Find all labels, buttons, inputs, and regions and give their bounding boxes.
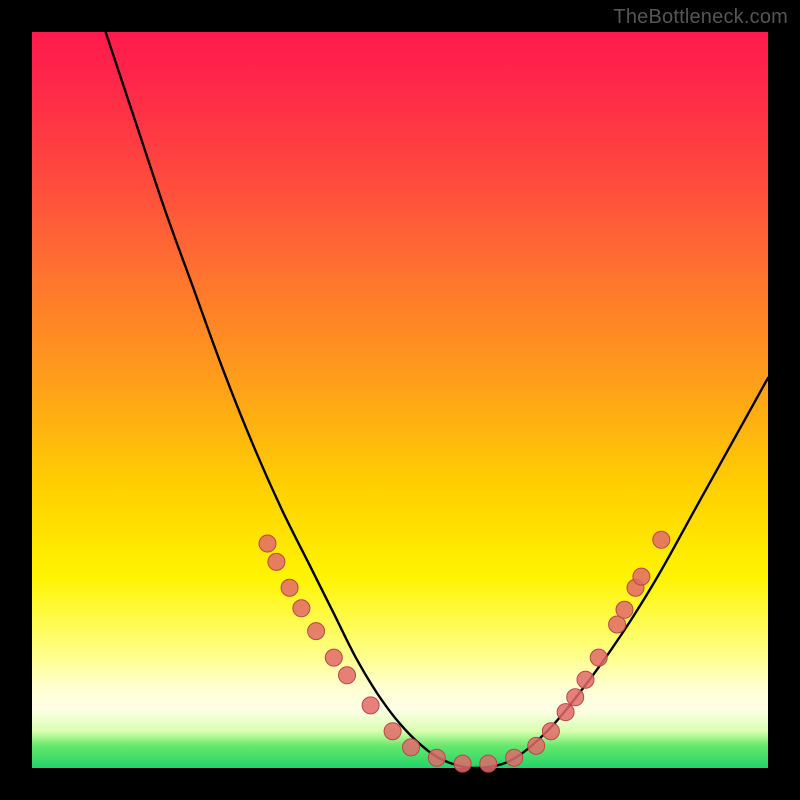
data-marker bbox=[362, 697, 379, 714]
data-marker bbox=[403, 739, 420, 756]
data-marker bbox=[542, 723, 559, 740]
scatter-markers bbox=[259, 531, 670, 772]
data-marker bbox=[325, 649, 342, 666]
data-marker bbox=[454, 755, 471, 772]
data-marker bbox=[281, 579, 298, 596]
curve-layer bbox=[32, 32, 768, 768]
data-marker bbox=[293, 600, 310, 617]
data-marker bbox=[259, 535, 276, 552]
data-marker bbox=[528, 737, 545, 754]
data-marker bbox=[567, 689, 584, 706]
data-marker bbox=[428, 749, 445, 766]
plot-area bbox=[32, 32, 768, 768]
watermark-text: TheBottleneck.com bbox=[613, 6, 788, 29]
data-marker bbox=[506, 749, 523, 766]
data-marker bbox=[308, 623, 325, 640]
data-marker bbox=[590, 649, 607, 666]
data-marker bbox=[268, 553, 285, 570]
data-marker bbox=[653, 531, 670, 548]
data-marker bbox=[384, 723, 401, 740]
data-marker bbox=[557, 704, 574, 721]
data-marker bbox=[577, 671, 594, 688]
data-marker bbox=[633, 568, 650, 585]
bottleneck-curve bbox=[106, 32, 768, 768]
data-marker bbox=[616, 601, 633, 618]
data-marker bbox=[480, 755, 497, 772]
chart-frame: TheBottleneck.com bbox=[0, 0, 800, 800]
data-marker bbox=[339, 667, 356, 684]
